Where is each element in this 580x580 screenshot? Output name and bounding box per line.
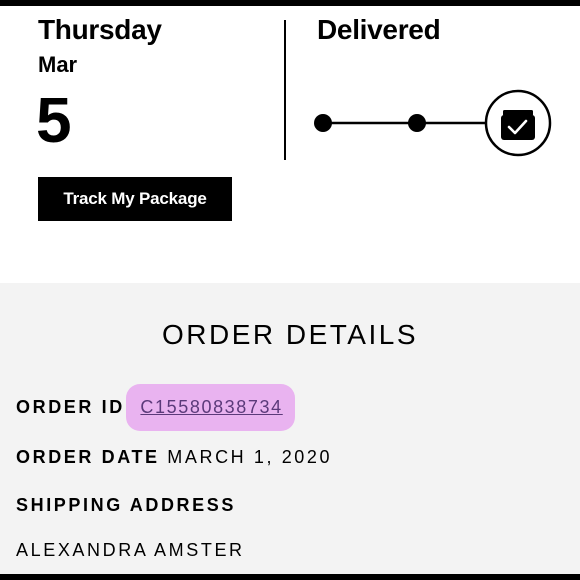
bottom-border — [0, 574, 580, 580]
order-id-link[interactable]: C15580838734 — [136, 397, 286, 417]
order-date-value: MARCH 1, 2020 — [167, 447, 333, 467]
step-dot-icon — [408, 114, 426, 132]
delivery-summary: Thursday Mar 5 Track My Package Delivere… — [0, 6, 580, 283]
step-dot-icon — [314, 114, 332, 132]
delivery-day-name: Thursday — [38, 14, 162, 45]
delivery-status: Delivered — [317, 14, 441, 45]
order-date-row: ORDER DATE MARCH 1, 2020 — [16, 447, 332, 468]
order-date-label: ORDER DATE — [16, 447, 160, 467]
order-details-section: ORDER DETAILS ORDER ID C15580838734 ORDE… — [0, 283, 580, 574]
order-details-title: ORDER DETAILS — [161, 319, 419, 350]
order-id-highlight: C15580838734 — [126, 384, 295, 431]
shipping-address-row: SHIPPING ADDRESS — [16, 495, 236, 516]
delivery-progress-tracker — [314, 89, 552, 157]
order-id-row: ORDER ID C15580838734 — [16, 384, 295, 431]
order-id-label: ORDER ID — [16, 397, 125, 417]
package-check-icon — [484, 89, 552, 157]
delivery-month: Mar — [38, 52, 78, 77]
delivery-day-number: 5 — [36, 84, 72, 156]
track-my-package-button[interactable]: Track My Package — [38, 177, 232, 221]
recipient-name: ALEXANDRA AMSTER — [16, 540, 245, 560]
shipping-address-label: SHIPPING ADDRESS — [16, 495, 236, 515]
vertical-divider — [284, 20, 286, 160]
